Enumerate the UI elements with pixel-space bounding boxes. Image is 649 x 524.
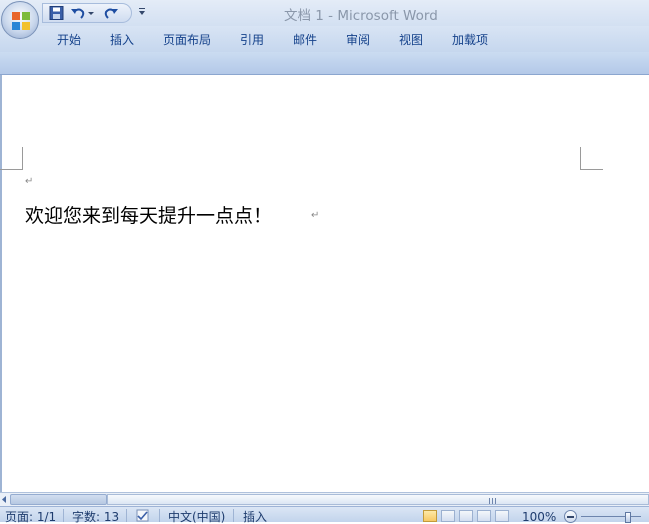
paragraph-mark-end: ↵ <box>311 210 320 221</box>
proofing-icon[interactable] <box>134 509 152 522</box>
tab-mailings[interactable]: 邮件 <box>293 31 317 48</box>
grip-icon <box>489 498 496 504</box>
document-page[interactable] <box>0 75 649 492</box>
view-outline-button[interactable] <box>477 510 491 522</box>
window-title: 文档 1 - Microsoft Word <box>284 8 438 24</box>
customize-dropdown-icon[interactable] <box>137 5 147 19</box>
crop-mark-top-right <box>580 147 603 170</box>
view-draft-button[interactable] <box>495 510 509 522</box>
zoom-slider-thumb[interactable] <box>625 512 631 523</box>
tab-add-ins[interactable]: 加载项 <box>452 31 488 48</box>
redo-icon[interactable] <box>103 6 119 20</box>
tab-page-layout[interactable]: 页面布局 <box>163 31 211 48</box>
document-body-text[interactable]: 欢迎您来到每天提升一点点！ <box>25 201 272 228</box>
paragraph-mark: ↵ <box>25 176 34 187</box>
ribbon-collapsed-panel <box>0 52 649 75</box>
status-divider <box>159 509 160 522</box>
undo-icon[interactable] <box>70 6 86 20</box>
zoom-out-button[interactable] <box>564 510 577 523</box>
tab-view[interactable]: 视图 <box>399 31 423 48</box>
minus-icon <box>567 516 574 518</box>
view-full-screen-reading-button[interactable] <box>441 510 455 522</box>
tab-insert[interactable]: 插入 <box>110 31 134 48</box>
crop-mark-top-left <box>0 147 23 170</box>
tab-home[interactable]: 开始 <box>57 31 81 48</box>
page-left-edge <box>0 75 2 492</box>
tab-review[interactable]: 审阅 <box>346 31 370 48</box>
horizontal-scrollbar[interactable] <box>0 492 649 506</box>
office-logo-icon <box>12 12 30 30</box>
ribbon-tab-strip <box>0 26 649 52</box>
zoom-slider-track[interactable] <box>581 516 641 517</box>
undo-dropdown-icon[interactable] <box>87 6 95 20</box>
scroll-thumb[interactable] <box>107 494 649 505</box>
status-divider <box>233 509 234 522</box>
scroll-left-arrow-icon[interactable] <box>0 493 10 506</box>
tab-references[interactable]: 引用 <box>240 31 264 48</box>
status-divider <box>126 509 127 522</box>
office-button[interactable] <box>1 1 39 39</box>
save-icon[interactable] <box>49 6 65 20</box>
view-web-layout-button[interactable] <box>459 510 473 522</box>
status-bar: 页面: 1/1 字数: 13 中文(中国) 插入 100% <box>0 506 649 524</box>
view-print-layout-button[interactable] <box>423 510 437 522</box>
quick-access-toolbar <box>42 3 132 23</box>
status-divider <box>63 509 64 522</box>
scroll-left-region[interactable] <box>10 494 107 505</box>
